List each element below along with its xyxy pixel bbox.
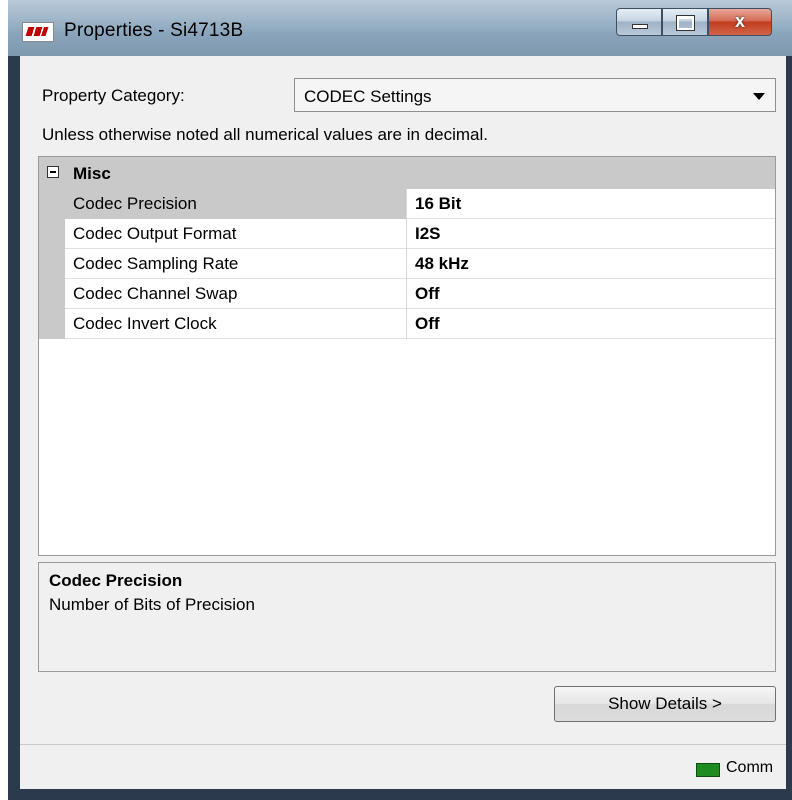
window-client-area: Property Category: CODEC Settings Unless… xyxy=(20,56,786,789)
comm-status-label: Comm xyxy=(726,759,774,776)
row-gutter xyxy=(39,189,65,219)
show-details-button[interactable]: Show Details > xyxy=(554,686,776,722)
title-bar[interactable]: Properties - Si4713B x xyxy=(8,0,792,56)
row-gutter xyxy=(39,309,65,339)
comm-status-led xyxy=(696,763,720,777)
property-name[interactable]: Codec Sampling Rate xyxy=(65,249,407,279)
status-bar: Comm xyxy=(20,744,786,789)
property-grid[interactable]: Misc Codec Precision 16 Bit Codec Output… xyxy=(38,156,776,556)
chevron-down-icon[interactable] xyxy=(753,93,765,100)
property-value[interactable]: 16 Bit xyxy=(415,194,461,214)
row-gutter xyxy=(39,219,65,249)
category-name: Misc xyxy=(73,164,111,183)
row-gutter xyxy=(39,279,65,309)
collapse-minus-icon[interactable] xyxy=(47,166,59,178)
property-value[interactable]: I2S xyxy=(415,224,441,244)
window-title: Properties - Si4713B xyxy=(64,20,244,41)
property-name[interactable]: Codec Precision xyxy=(65,189,407,219)
maximize-button[interactable] xyxy=(662,8,708,36)
minimize-button[interactable] xyxy=(616,8,662,36)
category-row-misc[interactable]: Misc xyxy=(39,157,775,189)
property-row[interactable]: Codec Invert Clock Off xyxy=(39,309,775,339)
property-help-panel: Codec Precision Number of Bits of Precis… xyxy=(38,562,776,672)
row-gutter xyxy=(39,249,65,279)
property-category-value: CODEC Settings xyxy=(304,87,432,106)
property-name[interactable]: Codec Channel Swap xyxy=(65,279,407,309)
property-row[interactable]: Codec Precision 16 Bit xyxy=(39,189,775,219)
help-title: Codec Precision xyxy=(49,571,183,590)
property-value[interactable]: Off xyxy=(415,284,440,304)
properties-window: Properties - Si4713B x Property Category… xyxy=(8,0,792,800)
property-category-select[interactable]: CODEC Settings xyxy=(294,78,776,112)
close-button[interactable]: x xyxy=(708,8,772,36)
minimize-icon xyxy=(632,24,648,29)
property-value[interactable]: Off xyxy=(415,314,440,334)
maximize-icon xyxy=(676,15,695,31)
property-name[interactable]: Codec Output Format xyxy=(65,219,407,249)
help-description: Number of Bits of Precision xyxy=(49,595,255,614)
property-name[interactable]: Codec Invert Clock xyxy=(65,309,407,339)
property-category-label: Property Category: xyxy=(42,86,185,105)
property-value[interactable]: 48 kHz xyxy=(415,254,469,274)
property-row[interactable]: Codec Channel Swap Off xyxy=(39,279,775,309)
property-row[interactable]: Codec Output Format I2S xyxy=(39,219,775,249)
property-row[interactable]: Codec Sampling Rate 48 kHz xyxy=(39,249,775,279)
close-icon: x xyxy=(734,11,745,31)
app-logo-icon xyxy=(22,22,54,42)
window-controls: x xyxy=(616,8,772,36)
decimal-note: Unless otherwise noted all numerical val… xyxy=(42,125,488,144)
